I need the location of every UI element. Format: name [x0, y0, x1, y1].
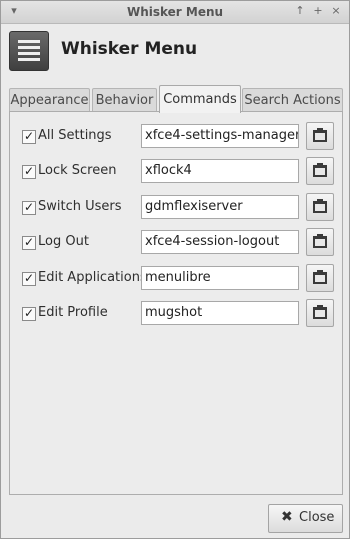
log-out-browse-button[interactable] — [306, 228, 334, 256]
log-out-command-field[interactable]: xfce4-session-logout — [141, 230, 299, 254]
tab-commands[interactable]: Commands — [159, 85, 241, 113]
browse-icon — [313, 128, 327, 142]
command-label: Edit Applications — [38, 270, 147, 285]
title-bar: ▾ Whisker Menu ↑ + × — [1, 1, 349, 24]
edit-profile-browse-button[interactable] — [306, 299, 334, 327]
switch-users-browse-button[interactable] — [306, 193, 334, 221]
dialog-footer: ✖ Close — [1, 495, 349, 538]
command-row-edit-applications: ✓ Edit Applications menulibre — [10, 264, 342, 292]
dialog-header: Whisker Menu — [1, 24, 349, 74]
maximize-icon[interactable]: + — [311, 4, 325, 18]
command-row-switch-users: ✓ Switch Users gdmflexiserver — [10, 193, 342, 221]
all-settings-command-field[interactable]: xfce4-settings-manager — [141, 124, 299, 148]
settings-window: ▾ Whisker Menu ↑ + × Whisker Menu Appear… — [0, 0, 350, 539]
tab-behavior[interactable]: Behavior — [92, 88, 157, 112]
lock-screen-browse-button[interactable] — [306, 157, 334, 185]
tab-search-actions[interactable]: Search Actions — [242, 88, 343, 112]
edit-applications-checkbox[interactable]: ✓ — [22, 272, 36, 286]
lock-screen-command-field[interactable]: xflock4 — [141, 159, 299, 183]
command-label: Log Out — [38, 234, 89, 249]
command-label: Edit Profile — [38, 305, 108, 320]
tab-appearance[interactable]: Appearance — [9, 88, 90, 112]
edit-applications-command-field[interactable]: menulibre — [141, 266, 299, 290]
browse-icon — [313, 199, 327, 213]
browse-icon — [313, 163, 327, 177]
switch-users-command-field[interactable]: gdmflexiserver — [141, 195, 299, 219]
edit-profile-checkbox[interactable]: ✓ — [22, 307, 36, 321]
browse-icon — [313, 305, 327, 319]
command-row-lock-screen: ✓ Lock Screen xflock4 — [10, 157, 342, 185]
switch-users-checkbox[interactable]: ✓ — [22, 201, 36, 215]
browse-icon — [313, 270, 327, 284]
commands-panel: ✓ All Settings xfce4-settings-manager ✓ … — [9, 111, 343, 495]
edit-profile-command-field[interactable]: mugshot — [141, 301, 299, 325]
close-button[interactable]: ✖ Close — [268, 504, 343, 533]
browse-icon — [313, 234, 327, 248]
command-label: Lock Screen — [38, 163, 117, 178]
all-settings-browse-button[interactable] — [306, 122, 334, 150]
dialog-title: Whisker Menu — [61, 39, 198, 59]
keep-above-icon[interactable]: ↑ — [293, 4, 307, 18]
menu-list-icon — [9, 31, 49, 71]
command-label: All Settings — [38, 128, 112, 143]
close-window-icon[interactable]: × — [329, 4, 343, 18]
command-row-log-out: ✓ Log Out xfce4-session-logout — [10, 228, 342, 256]
command-row-edit-profile: ✓ Edit Profile mugshot — [10, 299, 342, 327]
log-out-checkbox[interactable]: ✓ — [22, 236, 36, 250]
close-button-label: Close — [299, 510, 335, 525]
edit-applications-browse-button[interactable] — [306, 264, 334, 292]
all-settings-checkbox[interactable]: ✓ — [22, 130, 36, 144]
command-label: Switch Users — [38, 199, 122, 214]
command-row-all-settings: ✓ All Settings xfce4-settings-manager — [10, 122, 342, 150]
close-x-icon: ✖ — [281, 509, 293, 525]
lock-screen-checkbox[interactable]: ✓ — [22, 165, 36, 179]
